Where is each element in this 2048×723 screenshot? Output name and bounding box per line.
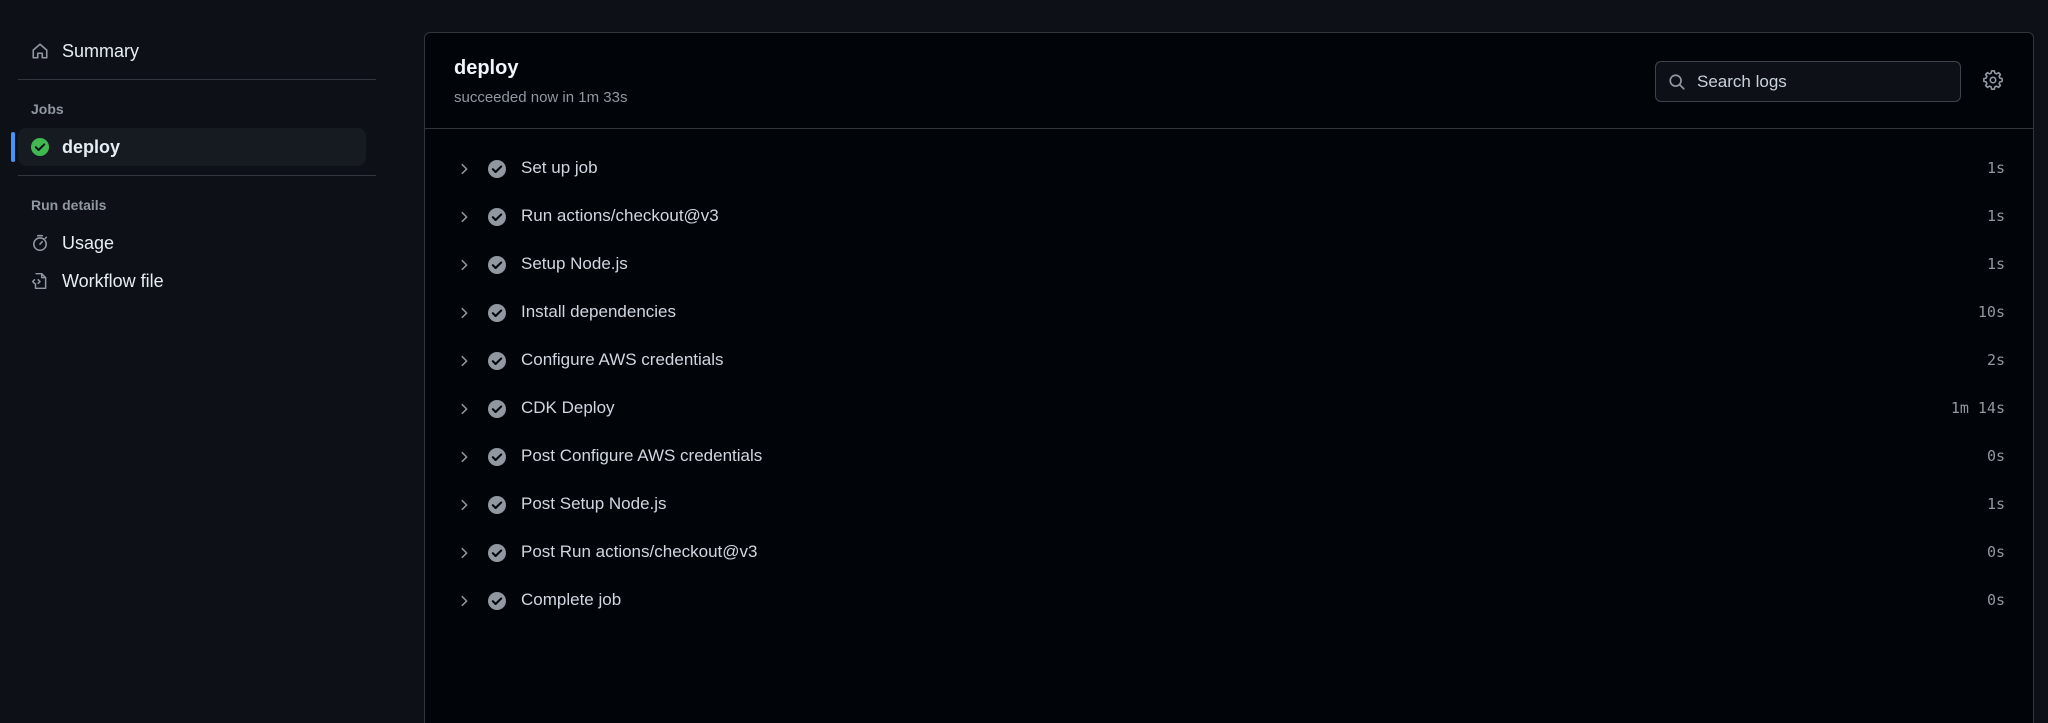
step-duration: 1s [1986,255,2005,273]
stopwatch-icon [30,233,50,253]
job-status-text: succeeded now in 1m 33s [454,89,628,106]
sidebar-divider [18,79,376,80]
sidebar-item-label: Summary [62,40,140,61]
check-circle-icon [487,399,507,419]
sidebar-item-workflow-file[interactable]: Workflow file [18,262,366,300]
step-duration: 0s [1986,591,2005,609]
step-duration: 10s [1977,303,2005,321]
search-icon [1667,72,1687,92]
job-header: deploy succeeded now in 1m 33s [425,33,2033,129]
search-logs-box[interactable] [1655,61,1961,102]
check-circle-icon [487,303,507,323]
step-duration: 1s [1986,495,2005,513]
step-row[interactable]: Post Run actions/checkout@v3 0s [425,529,2033,577]
step-row[interactable]: Install dependencies 10s [425,289,2033,337]
sidebar-item-label: Workflow file [62,270,164,291]
run-details-section-title: Run details [31,197,107,213]
job-title: deploy [454,57,519,79]
sidebar-divider [18,175,376,176]
step-name: Install dependencies [521,302,677,321]
check-circle-icon [487,255,507,275]
success-check-icon [30,137,50,157]
chevron-right-icon[interactable] [454,159,474,179]
step-name: Post Run actions/checkout@v3 [521,542,758,561]
chevron-right-icon[interactable] [454,495,474,515]
sidebar-item-summary[interactable]: Summary [18,32,366,70]
step-name: Configure AWS credentials [521,350,724,369]
step-row[interactable]: Complete job 0s [425,577,2033,625]
step-duration: 1s [1986,159,2005,177]
step-row[interactable]: Run actions/checkout@v3 1s [425,193,2033,241]
step-name: Run actions/checkout@v3 [521,206,719,225]
chevron-right-icon[interactable] [454,543,474,563]
steps-list: Set up job 1s Run actions/checkout@v3 1s Set… [425,145,2033,625]
check-circle-icon [487,591,507,611]
check-circle-icon [487,207,507,227]
step-name: Complete job [521,590,622,609]
job-log-panel: deploy succeeded now in 1m 33s Search lo… [424,32,2034,723]
step-row[interactable]: Set up job 1s [425,145,2033,193]
check-circle-icon [487,159,507,179]
step-row[interactable]: Post Configure AWS credentials 0s [425,433,2033,481]
sidebar-item-usage[interactable]: Usage [18,224,366,262]
sidebar-item-deploy[interactable]: deploy [18,128,366,166]
file-code-icon [30,271,50,291]
step-name: Post Configure AWS credentials [521,446,763,465]
step-duration: 0s [1986,543,2005,561]
step-name: Post Setup Node.js [521,494,667,513]
home-icon [30,41,50,61]
chevron-right-icon[interactable] [454,303,474,323]
step-duration: 0s [1986,447,2005,465]
chevron-right-icon[interactable] [454,255,474,275]
chevron-right-icon[interactable] [454,591,474,611]
chevron-right-icon[interactable] [454,207,474,227]
sidebar-item-label: Usage [62,232,115,253]
step-row[interactable]: Setup Node.js 1s [425,241,2033,289]
step-duration: 2s [1986,351,2005,369]
chevron-right-icon[interactable] [454,399,474,419]
step-name: Set up job [521,158,598,177]
check-circle-icon [487,495,507,515]
step-name: Setup Node.js [521,254,628,273]
step-duration: 1m 14s [1950,399,2005,417]
step-row[interactable]: Configure AWS credentials 2s [425,337,2033,385]
actions-run-page: Summary Jobs deploy Run details Usage Wo… [0,0,2048,723]
sidebar: Summary Jobs deploy Run details Usage Wo… [0,0,400,723]
step-row[interactable]: CDK Deploy 1m 14s [425,385,2033,433]
settings-button[interactable] [1980,69,2006,95]
search-logs-input[interactable] [1697,71,1937,92]
step-name: CDK Deploy [521,398,615,417]
check-circle-icon [487,543,507,563]
chevron-right-icon[interactable] [454,447,474,467]
active-indicator [11,132,15,162]
check-circle-icon [487,447,507,467]
check-circle-icon [487,351,507,371]
sidebar-item-label: deploy [62,136,121,157]
chevron-right-icon[interactable] [454,351,474,371]
step-duration: 1s [1986,207,2005,225]
step-row[interactable]: Post Setup Node.js 1s [425,481,2033,529]
jobs-section-title: Jobs [31,101,64,117]
gear-icon [1983,69,2003,95]
